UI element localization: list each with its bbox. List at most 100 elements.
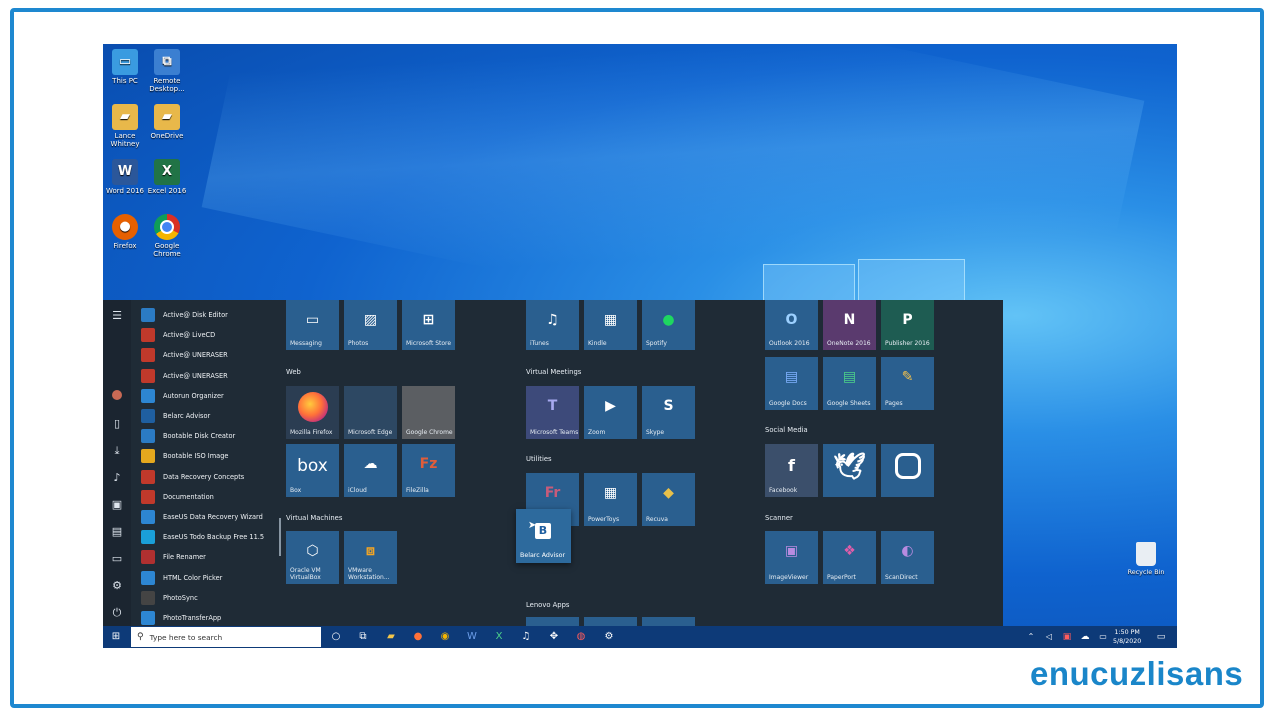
list-item[interactable]: Active@ UNERASER — [141, 345, 281, 365]
group-header-virtual-meetings[interactable]: Virtual Meetings — [526, 368, 581, 376]
tile-mozilla-firefox[interactable]: Mozilla Firefox — [286, 386, 339, 439]
app-list-scrollbar[interactable] — [279, 518, 281, 556]
tile-google-sheets[interactable]: ▤ Google Sheets — [823, 357, 876, 410]
tile-scandirect[interactable]: ◐ ScanDirect — [881, 531, 934, 584]
settings-taskbar-icon[interactable]: ⚙ — [601, 629, 617, 645]
tile-vmware[interactable]: ⧈ VMware Workstation... — [344, 531, 397, 584]
list-item[interactable]: Bootable Disk Creator — [141, 426, 281, 446]
firefox-icon: ● — [112, 214, 138, 240]
desktop-icon-excel[interactable]: X Excel 2016 — [145, 159, 189, 195]
list-item[interactable]: Active@ Disk Editor — [141, 305, 281, 325]
tile-messaging[interactable]: ▭ Messaging — [286, 300, 339, 350]
list-item[interactable]: PhotoTransferApp — [141, 608, 281, 628]
list-item[interactable]: Belarc Advisor — [141, 406, 281, 426]
desktop-icon-this-pc[interactable]: ▭ This PC — [103, 49, 147, 85]
tile-microsoft-store[interactable]: ⊞ Microsoft Store — [402, 300, 455, 350]
tile-publisher[interactable]: P Publisher 2016 — [881, 300, 934, 350]
downloads-icon[interactable]: ⤓ — [109, 443, 125, 459]
list-item[interactable]: Autorun Organizer — [141, 386, 281, 406]
tile-box[interactable]: box Box — [286, 444, 339, 497]
desktop-icon-user-folder[interactable]: ▰ Lance Whitney — [103, 104, 147, 148]
tile-microsoft-edge[interactable]: Microsoft Edge — [344, 386, 397, 439]
avatar[interactable] — [109, 389, 125, 405]
windows-start-icon[interactable]: ⊞ — [108, 629, 124, 645]
excel-taskbar-icon[interactable]: X — [491, 629, 507, 645]
cortana-icon[interactable]: ○ — [328, 629, 344, 645]
list-item[interactable]: Documentation — [141, 487, 281, 507]
tile-google-docs[interactable]: ▤ Google Docs — [765, 357, 818, 410]
tile-spotify[interactable]: ● Spotify — [642, 300, 695, 350]
list-item[interactable]: Active@ LiveCD — [141, 325, 281, 345]
tile-photos[interactable]: ▨ Photos — [344, 300, 397, 350]
tile-outlook[interactable]: O Outlook 2016 — [765, 300, 818, 350]
list-item[interactable]: Bootable ISO Image — [141, 446, 281, 466]
tile-google-chrome[interactable]: Google Chrome — [402, 386, 455, 439]
word-taskbar-icon[interactable]: W — [464, 629, 480, 645]
tile-powertoys[interactable]: ▦ PowerToys — [584, 473, 637, 526]
tile-filezilla[interactable]: Fz FileZilla — [402, 444, 455, 497]
group-header-virtual-machines[interactable]: Virtual Machines — [286, 514, 342, 522]
tile-onenote[interactable]: N OneNote 2016 — [823, 300, 876, 350]
tray-app-icon[interactable]: ▣ — [1059, 629, 1075, 645]
group-header-social-media[interactable]: Social Media — [765, 426, 808, 434]
tile-lenovo-3[interactable] — [642, 617, 695, 626]
desktop-icon-recycle-bin[interactable]: Recycle Bin — [1125, 542, 1167, 576]
tile-itunes[interactable]: ♫ iTunes — [526, 300, 579, 350]
clock[interactable]: 1:50 PM 5/8/2020 — [1113, 628, 1141, 646]
gamepad-taskbar-icon[interactable]: ✥ — [546, 629, 562, 645]
settings-icon[interactable]: ⚙ — [109, 578, 125, 594]
pictures-icon[interactable]: ▣ — [109, 497, 125, 513]
network-icon[interactable]: ▭ — [109, 551, 125, 567]
desktop-icon-word[interactable]: W Word 2016 — [103, 159, 147, 195]
hamburger-menu-icon[interactable]: ☰ — [109, 308, 125, 324]
group-header-utilities[interactable]: Utilities — [526, 455, 552, 463]
firefox-taskbar-icon[interactable]: ● — [410, 629, 426, 645]
group-header-lenovo-apps[interactable]: Lenovo Apps — [526, 601, 569, 609]
group-header-scanner[interactable]: Scanner — [765, 514, 793, 522]
tile-pages[interactable]: ✎ Pages — [881, 357, 934, 410]
desktop-icon-remote-desktop[interactable]: ⧉ Remote Desktop... — [145, 49, 189, 93]
music-icon[interactable]: ♪ — [109, 470, 125, 486]
tile-facebook[interactable]: f Facebook — [765, 444, 818, 497]
desktop-icon-onedrive[interactable]: ▰ OneDrive — [145, 104, 189, 140]
tile-virtualbox[interactable]: ⬡ Oracle VM VirtualBox — [286, 531, 339, 584]
tile-recuva[interactable]: ◆ Recuva — [642, 473, 695, 526]
dragged-tile-belarc-advisor[interactable]: B Belarc Advisor — [516, 509, 571, 563]
tile-twitter[interactable]: 🕊 — [823, 444, 876, 497]
desktop-icon-chrome[interactable]: Google Chrome — [145, 214, 189, 258]
file-explorer-icon[interactable]: ▰ — [383, 629, 399, 645]
list-item[interactable]: Active@ UNERASER — [141, 366, 281, 386]
network-tray-icon[interactable]: ▭ — [1095, 629, 1111, 645]
tile-icloud[interactable]: ☁ iCloud — [344, 444, 397, 497]
volume-icon[interactable]: ◁ — [1041, 629, 1057, 645]
tile-kindle[interactable]: ▦ Kindle — [584, 300, 637, 350]
task-view-icon[interactable]: ⧉ — [355, 629, 371, 645]
desktop-screen: ▭ This PC ⧉ Remote Desktop... ▰ Lance Wh… — [103, 44, 1177, 648]
tile-lenovo-2[interactable] — [584, 617, 637, 626]
uneraser-taskbar-icon[interactable]: ◍ — [573, 629, 589, 645]
list-item[interactable]: EaseUS Data Recovery Wizard — [141, 507, 281, 527]
tile-instagram[interactable] — [881, 444, 934, 497]
videos-icon[interactable]: ▤ — [109, 524, 125, 540]
list-item[interactable]: EaseUS Todo Backup Free 11.5 — [141, 527, 281, 547]
tile-paperport[interactable]: ❖ PaperPort — [823, 531, 876, 584]
chevron-up-icon[interactable]: ⌃ — [1023, 629, 1039, 645]
group-header-web[interactable]: Web — [286, 368, 301, 376]
list-item[interactable]: HTML Color Picker — [141, 567, 281, 587]
tile-lenovo-1[interactable] — [526, 617, 579, 626]
tile-skype[interactable]: S Skype — [642, 386, 695, 439]
desktop-icon-firefox[interactable]: ● Firefox — [103, 214, 147, 250]
power-icon[interactable]: ⏻ — [109, 605, 125, 621]
tile-zoom[interactable]: ▶ Zoom — [584, 386, 637, 439]
itunes-taskbar-icon[interactable]: ♫ — [518, 629, 534, 645]
notifications-icon[interactable]: ▭ — [1153, 629, 1169, 645]
tile-microsoft-teams[interactable]: T Microsoft Teams — [526, 386, 579, 439]
list-item[interactable]: File Renamer — [141, 547, 281, 567]
search-box[interactable]: ⚲ Type here to search — [131, 627, 321, 647]
list-item[interactable]: PhotoSync — [141, 588, 281, 608]
cloud-icon[interactable]: ☁ — [1077, 629, 1093, 645]
documents-icon[interactable]: ▯ — [109, 416, 125, 432]
list-item[interactable]: Data Recovery Concepts — [141, 467, 281, 487]
tile-imageviewer[interactable]: ▣ ImageViewer — [765, 531, 818, 584]
chrome-taskbar-icon[interactable]: ◉ — [437, 629, 453, 645]
